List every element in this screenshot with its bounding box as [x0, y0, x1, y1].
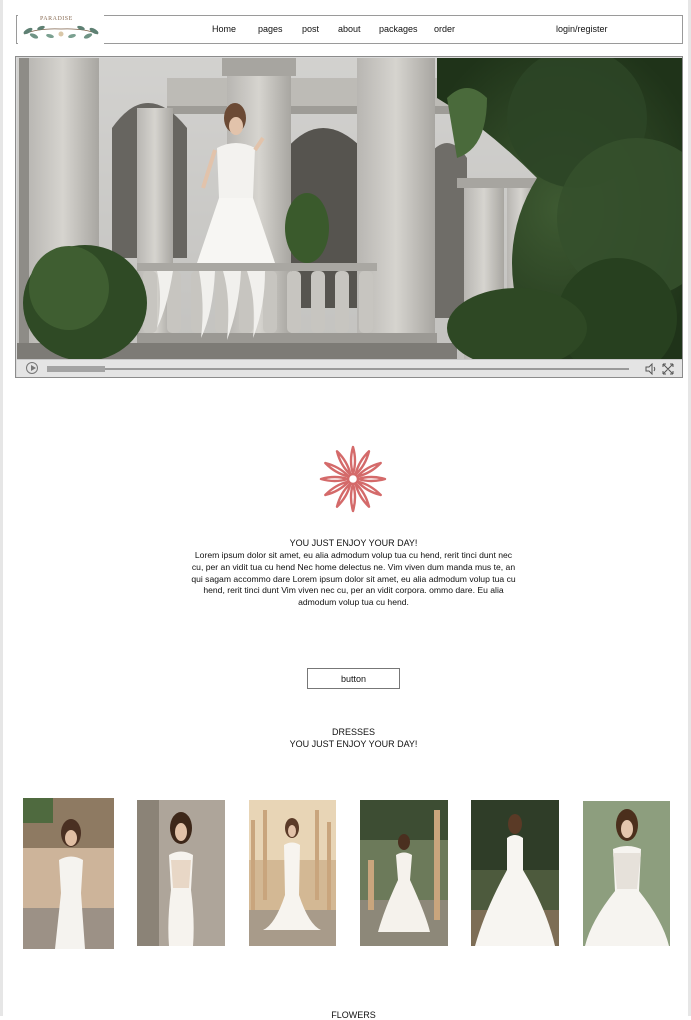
nav-login-register[interactable]: login/register	[556, 24, 608, 34]
play-icon[interactable]	[26, 362, 38, 374]
nav-post[interactable]: post	[302, 24, 319, 34]
nav-about[interactable]: about	[338, 24, 361, 34]
hero-video-player[interactable]	[15, 56, 683, 378]
dress-image-2[interactable]	[137, 800, 225, 946]
site-logo[interactable]: PARADISE	[18, 14, 104, 44]
seek-progress	[47, 366, 105, 372]
nav-order[interactable]: order	[434, 24, 455, 34]
logo-text: PARADISE	[40, 16, 73, 22]
dress-image-1[interactable]	[23, 798, 114, 949]
dress-image-3[interactable]	[249, 800, 336, 946]
fullscreen-icon[interactable]	[662, 363, 674, 375]
volume-icon[interactable]	[645, 363, 657, 375]
seek-bar[interactable]	[47, 368, 629, 370]
intro-body: Lorem ipsum dolor sit amet, eu alia admo…	[191, 550, 516, 608]
dress-image-6[interactable]	[583, 801, 670, 946]
hero-video-frame[interactable]	[17, 58, 683, 359]
page-edge-left	[0, 0, 3, 1016]
flower-ornament-icon	[319, 445, 387, 513]
video-controls	[17, 359, 682, 377]
cta-button[interactable]: button	[307, 668, 400, 689]
dress-image-5[interactable]	[471, 800, 559, 946]
intro-title: YOU JUST ENJOY YOUR DAY!	[289, 538, 418, 548]
nav-packages[interactable]: packages	[379, 24, 418, 34]
flowers-heading: FLOWERS	[331, 1010, 376, 1020]
nav-home[interactable]: Home	[212, 24, 236, 34]
nav-pages[interactable]: pages	[258, 24, 283, 34]
dresses-heading: DRESSES	[331, 727, 375, 737]
dresses-subheading: YOU JUST ENJOY YOUR DAY!	[289, 739, 418, 749]
dress-image-4[interactable]	[360, 800, 448, 946]
